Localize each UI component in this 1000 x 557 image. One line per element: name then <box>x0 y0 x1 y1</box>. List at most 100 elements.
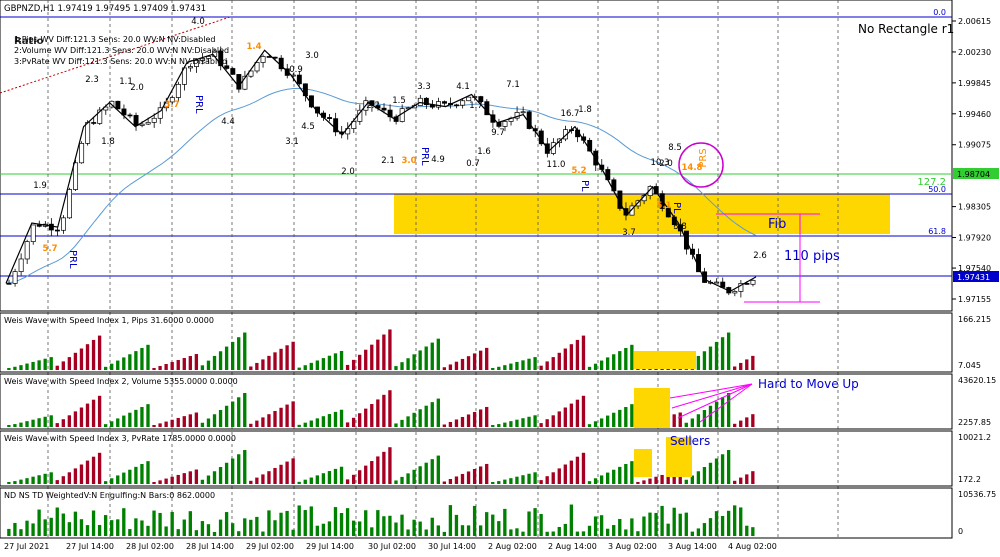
price-label: 1.99845 <box>958 79 991 88</box>
time-label: 2 Aug 02:00 <box>488 542 537 551</box>
panel-title: Weis Wave with Speed Index 2, Volume 535… <box>4 377 238 386</box>
histogram-bar <box>249 519 253 536</box>
histogram-bar <box>49 472 53 484</box>
histogram-bar <box>85 403 90 427</box>
histogram-bar <box>291 529 295 536</box>
histogram-bar <box>412 412 416 427</box>
panel-scale-min: 7.045 <box>958 361 981 370</box>
histogram-bar <box>261 359 265 370</box>
histogram-bar <box>297 424 301 427</box>
histogram-bar <box>218 519 223 536</box>
histogram-bar <box>249 480 253 484</box>
histogram-bar <box>206 524 211 536</box>
histogram-bar <box>485 512 489 536</box>
histogram-bar <box>158 366 162 370</box>
histogram-bar <box>212 531 217 536</box>
chart-canvas[interactable]: 4.01.43.00.92.3 1.12.03.74.43.14.52.01.81… <box>0 0 1000 552</box>
histogram-bar <box>503 479 507 484</box>
histogram-bar <box>49 415 53 427</box>
histogram-bar <box>739 477 743 484</box>
histogram-bar <box>146 461 150 484</box>
histogram-bar <box>612 412 616 427</box>
histogram-bar <box>85 525 90 536</box>
histogram-bar <box>134 518 138 536</box>
histogram-bar <box>170 476 174 484</box>
histogram-bar <box>261 417 265 427</box>
histogram-bar <box>79 464 84 484</box>
histogram-bar <box>733 505 737 536</box>
histogram-bar <box>503 508 507 536</box>
time-label: 27 Jul 14:00 <box>66 542 114 551</box>
histogram-bar <box>376 510 380 536</box>
histogram-bar <box>569 460 574 484</box>
histogram-bar <box>25 478 29 484</box>
histogram-bar <box>267 510 271 536</box>
histogram-bar <box>370 461 374 484</box>
candle-body <box>133 115 139 126</box>
candle-body <box>139 123 145 126</box>
histogram-bar <box>152 425 156 427</box>
histogram-bar <box>140 347 144 370</box>
panel-scale-max: 10536.75 <box>958 490 996 499</box>
panel-scale-max: 166.215 <box>958 315 991 324</box>
histogram-bar <box>55 423 59 427</box>
histogram-bar <box>13 366 17 370</box>
histogram-bar <box>315 418 320 427</box>
histogram-bar <box>751 355 755 370</box>
histogram-bar <box>630 344 634 370</box>
histogram-bar <box>273 410 277 427</box>
histogram-bar <box>612 525 616 536</box>
histogram-bar <box>315 475 320 484</box>
candle-body <box>145 122 151 125</box>
histogram-bar <box>436 338 440 370</box>
histogram-bar <box>509 478 513 484</box>
histogram-bar <box>545 361 549 370</box>
histogram-bar <box>61 513 65 536</box>
histogram-bar <box>231 523 235 536</box>
histogram-bar <box>134 351 138 370</box>
histogram-bar <box>418 350 422 370</box>
histogram-bar <box>400 362 404 370</box>
histogram-bar <box>696 355 701 370</box>
panel-title: ND NS TD WeightedV:N Engulfing:N Bars:0 … <box>4 491 215 500</box>
histogram-bar <box>309 477 313 484</box>
histogram-bar <box>612 469 616 484</box>
histogram-bar <box>37 360 41 370</box>
panel-title: Weis Wave with Speed Index 3, PvRate 178… <box>4 434 236 443</box>
histogram-bar <box>460 416 465 427</box>
histogram-bar <box>333 411 338 427</box>
histogram-bar <box>19 422 23 427</box>
histogram-bar <box>460 525 465 536</box>
histogram-bar <box>261 531 265 536</box>
histogram-bar <box>436 455 440 484</box>
candle-body <box>151 117 157 123</box>
histogram-bar <box>200 479 205 484</box>
wave-label: 9.7 <box>491 128 505 138</box>
candle-body <box>224 65 230 69</box>
histogram-bar <box>575 456 580 484</box>
histogram-bar <box>587 525 592 536</box>
candle-body <box>127 114 133 117</box>
wave-label: 5.7 <box>42 244 57 254</box>
histogram-bar <box>333 507 338 536</box>
histogram-bar <box>122 357 126 370</box>
price-label: 1.97920 <box>958 234 991 243</box>
histogram-bar <box>285 404 289 427</box>
candle-body <box>91 122 97 124</box>
histogram-bar <box>43 473 47 484</box>
histogram-bar <box>176 474 180 484</box>
histogram-bar <box>702 351 707 370</box>
histogram-bar <box>370 344 374 370</box>
indicator-panels: Weis Wave with Speed Index 1, Pips 31.60… <box>0 312 996 539</box>
candle-body <box>442 101 447 104</box>
histogram-bar <box>472 468 477 484</box>
ratio-label: Ratio <box>14 36 44 47</box>
histogram-bar <box>31 419 35 427</box>
histogram-bar <box>418 466 422 484</box>
histogram-bar <box>67 522 72 536</box>
histogram-bar <box>61 476 65 484</box>
histogram-bar <box>599 515 604 536</box>
histogram-bar <box>454 361 459 370</box>
histogram-bar <box>696 471 701 484</box>
histogram-bar <box>376 339 380 370</box>
